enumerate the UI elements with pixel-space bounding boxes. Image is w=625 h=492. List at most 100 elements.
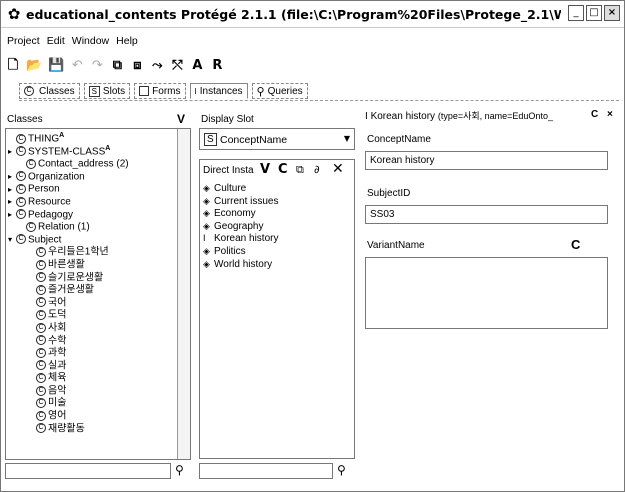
class-tree-item[interactable]: C 도덕: [8, 306, 176, 321]
instance-list-item[interactable]: I Korean history: [203, 232, 351, 245]
expand-toggle-icon[interactable]: ▸: [8, 146, 16, 159]
class-search-input[interactable]: [5, 463, 171, 479]
tab-queries[interactable]: ⚲ Queries: [251, 83, 308, 99]
close-button[interactable]: ×: [604, 5, 620, 21]
copy-icon[interactable]: ⧈: [130, 57, 144, 75]
class-tree-item[interactable]: C 사회: [8, 319, 176, 333]
minimize-button[interactable]: _: [568, 5, 584, 21]
class-tree-item[interactable]: C Relation (1): [8, 218, 176, 232]
class-tree-item[interactable]: C THINGA: [8, 130, 176, 144]
toolbar: 🗋 📂 💾 ↶ ↷ ⧉ ⧈ ⤳ ⤲ A R: [1, 56, 224, 76]
class-tree-item[interactable]: C 즐거운생활: [8, 281, 176, 295]
instance-form-header: I Korean history (type=사회, name=EduOnto_…: [365, 109, 623, 125]
classes-header: Classes: [7, 114, 43, 125]
chevron-down-icon: ▼: [343, 134, 350, 143]
menu-window[interactable]: Window: [72, 35, 109, 51]
instance-icon: ◈: [203, 183, 210, 193]
redo-icon[interactable]: ↷: [90, 57, 104, 75]
instance-list-item[interactable]: ◈ Politics: [203, 245, 351, 258]
instance-header-meta: (type=사회, name=EduOnto_: [437, 111, 553, 121]
class-tree-item[interactable]: C 과학: [8, 344, 176, 358]
classes-view-button[interactable]: V: [177, 112, 185, 126]
class-tree-item[interactable]: C Contact_address (2): [8, 155, 176, 170]
copy-instance-icon[interactable]: ⧉: [296, 163, 304, 177]
tab-queries-label: Queries: [267, 85, 303, 97]
class-tree-item[interactable]: C 수학: [8, 332, 176, 346]
class-label: 재량활동: [48, 422, 85, 434]
tab-instances[interactable]: I Instances: [189, 83, 248, 99]
instance-icon: ◈: [203, 245, 210, 256]
subject-id-label: SubjectID: [367, 188, 411, 199]
variant-name-list[interactable]: [365, 257, 608, 329]
instance-list-item[interactable]: ◈ Current issues: [203, 195, 351, 208]
menu-project[interactable]: Project: [7, 35, 40, 51]
create-instance-button[interactable]: C: [278, 162, 288, 177]
protege-window: ✿ educational_contents Protégé 2.1.1 (fi…: [0, 0, 625, 492]
class-tree-item[interactable]: ▸ C SYSTEM-CLASSA: [8, 143, 176, 159]
class-tree-item[interactable]: C 슬기로운생활: [8, 269, 176, 283]
new-project-icon[interactable]: 🗋: [6, 57, 20, 75]
class-tree[interactable]: C THINGA ▸ C SYSTEM-CLASSA C Contact_address (…: [5, 128, 191, 460]
insert-icon[interactable]: ⤳: [150, 57, 164, 75]
class-tree-item[interactable]: C 재량활동: [8, 420, 176, 434]
tab-instances-label: Instances: [199, 85, 243, 97]
class-tree-item[interactable]: C 체육: [8, 369, 176, 384]
tab-classes[interactable]: C Classes: [19, 83, 80, 99]
concept-name-field[interactable]: Korean history: [365, 151, 608, 170]
instance-list-item[interactable]: ◈ Economy: [203, 207, 351, 220]
toolbar-a-button[interactable]: A: [190, 57, 204, 75]
tab-forms[interactable]: Forms: [134, 83, 186, 99]
class-tree-item[interactable]: C 음악: [8, 382, 176, 396]
subject-id-field[interactable]: SS03: [365, 205, 608, 224]
instance-icon: ◈: [203, 258, 210, 269]
abstract-marker: A: [59, 132, 65, 139]
menu-bar: Project Edit Window Help: [1, 35, 138, 51]
display-slot-select[interactable]: S ConceptName ▼: [199, 128, 355, 150]
save-project-icon[interactable]: 💾: [48, 57, 64, 75]
variant-name-create-button[interactable]: C: [571, 237, 580, 252]
instance-label: Korean history: [214, 233, 279, 245]
class-tree-item[interactable]: C 국어: [8, 294, 176, 308]
class-search-icon[interactable]: ⚲: [175, 463, 184, 477]
class-tree-item[interactable]: ▸ C Pedagogy: [8, 206, 176, 222]
instance-list-item[interactable]: ◈ Culture: [203, 182, 351, 195]
class-tree-item[interactable]: C 우리들은1학년: [8, 243, 176, 258]
class-tree-item[interactable]: ▸ C Resource: [8, 193, 176, 207]
instance-search-icon[interactable]: ⚲: [337, 463, 346, 477]
class-tree-item[interactable]: C 미술: [8, 394, 176, 409]
tab-slots[interactable]: S Slots: [83, 83, 131, 99]
menu-help[interactable]: Help: [116, 35, 138, 51]
class-tree-item[interactable]: C 실과: [8, 357, 176, 371]
instance-list-item[interactable]: ◈ World history: [203, 258, 351, 271]
instance-header-close-button[interactable]: ×: [607, 109, 613, 120]
class-tree-item[interactable]: ▾ C Subject: [8, 231, 176, 247]
query-icon: ⚲: [256, 85, 265, 98]
open-project-icon[interactable]: 📂: [26, 57, 42, 75]
instance-header-c-button[interactable]: C: [591, 109, 598, 120]
expand-toggle-icon[interactable]: ▾: [8, 234, 16, 247]
cut-icon[interactable]: ⧉: [110, 57, 124, 75]
display-slot-header: Display Slot: [201, 114, 254, 125]
class-tree-scrollbar[interactable]: [177, 129, 190, 459]
variant-name-label: VariantName: [367, 240, 425, 251]
remove-icon[interactable]: ⤲: [170, 57, 184, 75]
delete-instance-icon[interactable]: ✕: [332, 161, 344, 177]
instance-search-input[interactable]: [199, 463, 333, 479]
slot-icon: S: [88, 85, 100, 97]
view-instance-button[interactable]: V: [260, 162, 270, 177]
instance-label: Economy: [214, 208, 256, 220]
instance-type-icon: I: [365, 111, 368, 122]
class-tree-item[interactable]: ▸ C Person: [8, 180, 176, 195]
expand-toggle-icon[interactable]: ▸: [8, 209, 16, 222]
menu-edit[interactable]: Edit: [47, 35, 65, 51]
reference-icon[interactable]: ∂: [314, 163, 320, 176]
instance-list-item[interactable]: ◈ Geography: [203, 220, 351, 233]
display-slot-value: ConceptName: [220, 134, 288, 146]
maximize-button[interactable]: □: [586, 5, 602, 21]
class-tree-item[interactable]: C 영어: [8, 407, 176, 421]
direct-instances-header: Direct Insta: [203, 165, 254, 176]
instance-label: Culture: [214, 183, 247, 194]
toolbar-r-button[interactable]: R: [210, 57, 224, 75]
undo-icon[interactable]: ↶: [70, 57, 84, 75]
form-icon: [139, 86, 150, 96]
